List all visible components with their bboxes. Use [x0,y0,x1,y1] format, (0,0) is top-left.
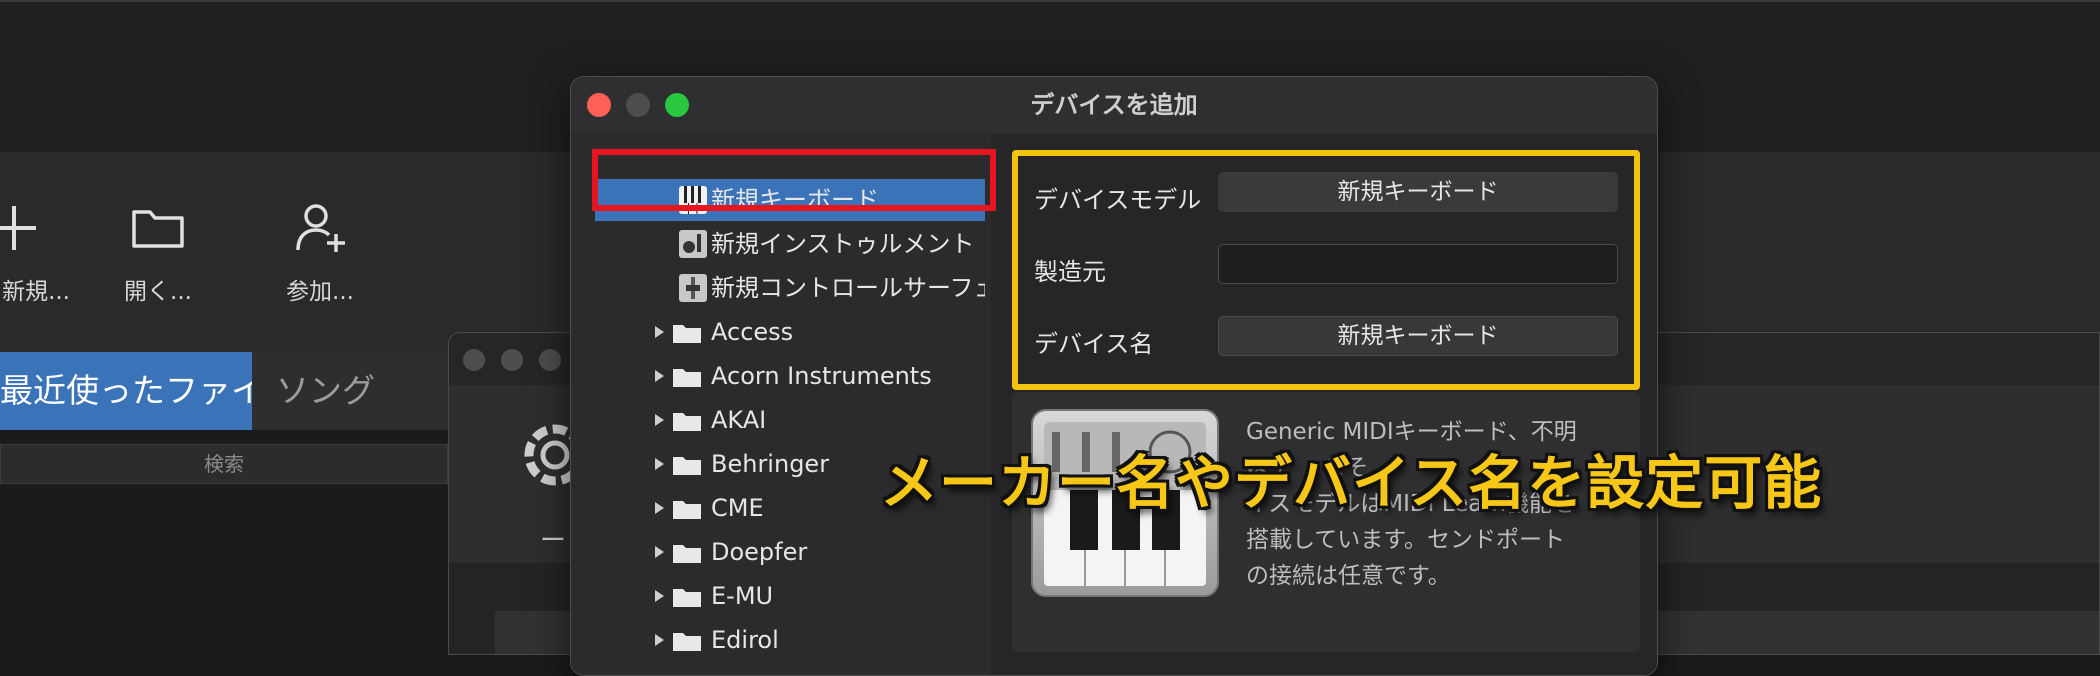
list-item-label: 新規インストゥルメント [711,230,975,258]
folder-icon [673,369,701,387]
device-model-select[interactable]: 新規キーボード [1218,172,1618,212]
window-button-icon[interactable] [463,349,485,371]
window-button-icon[interactable] [501,349,523,371]
description-line: の接続は任意です。 [1246,563,1451,589]
disclosure-triangle-icon[interactable] [655,458,664,470]
tab-recent-files[interactable]: 最近使ったファイル [0,352,297,430]
list-item-folder-acorn[interactable]: Acorn Instruments [595,355,985,397]
list-item-folder-emu[interactable]: E-MU [595,575,985,617]
instrument-icon [679,230,707,258]
selection-highlight-box [592,149,996,211]
join-button-label: 参加... [286,279,354,305]
list-item-label: Doepfer [711,538,808,566]
folder-icon [673,325,701,343]
folder-icon [673,413,701,431]
dialog-title: デバイスを追加 [1030,91,1198,119]
device-list: 新規キーボード 新規インストゥルメント 新規コントロールサーフェス [571,133,991,675]
folder-icon [673,457,701,475]
manufacturer-label: 製造元 [1034,258,1106,286]
list-item-label: Access [711,318,794,346]
list-item-label: CME [711,494,764,522]
list-item-label: AKAI [711,406,767,434]
open-button-label: 開く... [124,279,192,305]
disclosure-triangle-icon[interactable] [655,546,664,558]
disclosure-triangle-icon[interactable] [655,590,664,602]
join-button[interactable]: 参加... [250,198,390,306]
manufacturer-input[interactable] [1218,244,1618,284]
folder-icon [673,501,701,519]
list-item-label: E-MU [711,582,774,610]
tab-song[interactable]: ソング [252,352,444,430]
disclosure-triangle-icon[interactable] [655,326,664,338]
list-item-new-control-surface[interactable]: 新規コントロールサーフェス [595,267,985,309]
folder-icon [673,633,701,651]
disclosure-triangle-icon[interactable] [655,634,664,646]
description-line: 搭載しています。センドポート [1246,527,1566,553]
annotation-caption: メーカー名やデバイス名を設定可能 [880,449,1823,517]
disclosure-triangle-icon[interactable] [655,414,664,426]
device-name-input[interactable]: 新規キーボード [1218,316,1618,356]
list-item-label: 新規コントロールサーフェス [711,274,985,302]
window-button-icon[interactable] [539,349,561,371]
list-item-new-instrument[interactable]: 新規インストゥルメント [595,223,985,265]
plus-icon [0,206,36,250]
device-model-label: デバイスモデル [1034,186,1202,214]
folder-icon [673,589,701,607]
open-button[interactable]: 開く... [88,198,228,306]
list-item-folder-doepfer[interactable]: Doepfer [595,531,985,573]
disclosure-triangle-icon[interactable] [655,502,664,514]
control-surface-icon [679,274,707,302]
gear-label: ー [540,526,567,556]
folder-icon [132,210,184,248]
list-item-label: Acorn Instruments [711,362,932,390]
disclosure-triangle-icon[interactable] [655,370,664,382]
list-item-folder-access[interactable]: Access [595,311,985,353]
list-item-label: Behringer [711,450,830,478]
device-name-label: デバイス名 [1034,330,1154,358]
add-user-icon [296,204,345,252]
new-button[interactable]: 新規... [0,198,84,306]
folder-icon [673,545,701,563]
search-input[interactable]: 検索 [0,444,448,484]
new-button-label: 新規... [2,279,70,305]
list-item-folder-akai[interactable]: AKAI [595,399,985,441]
